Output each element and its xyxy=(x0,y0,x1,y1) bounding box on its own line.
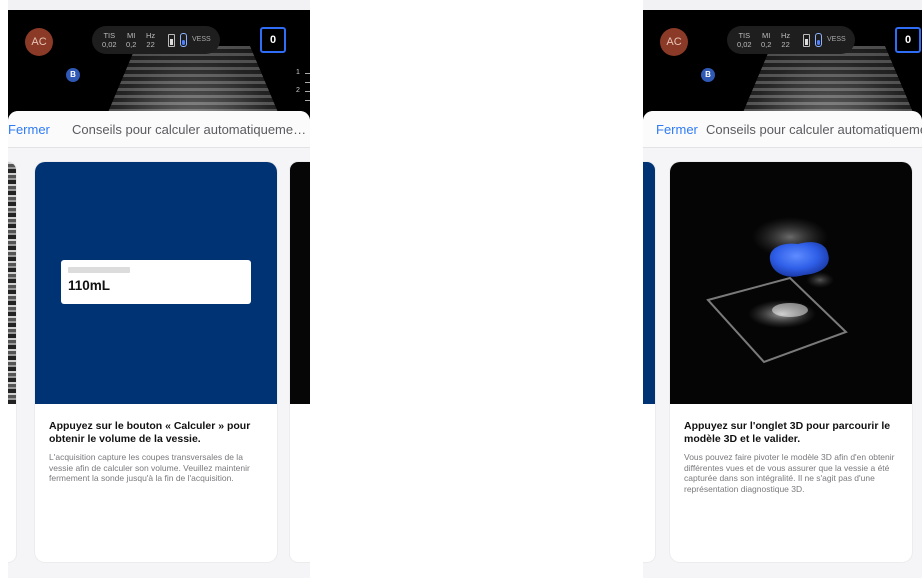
preset-label: VESS xyxy=(192,36,211,43)
tip-card-calculate[interactable]: 110mL Appuyez sur le bouton « Calculer »… xyxy=(35,162,277,562)
ultrasound-view: AC TIS 0,02 MI 0,2 Hz 22 VESS 0 B 1 2 xyxy=(8,10,310,120)
capture-count-button[interactable]: 0 xyxy=(895,27,921,53)
volume-label-placeholder xyxy=(68,267,130,273)
hz-value: 22 xyxy=(781,40,790,49)
b-mode-marker: B xyxy=(66,68,80,82)
close-button[interactable]: Fermer xyxy=(656,122,698,137)
previous-tip-card[interactable] xyxy=(643,162,655,562)
close-button[interactable]: Fermer xyxy=(8,122,50,137)
sheet-header: Fermer Conseils pour calculer automatiqu… xyxy=(643,111,922,148)
mi-value: 0,2 xyxy=(761,40,772,49)
previous-tip-card[interactable] xyxy=(8,162,16,562)
hz-label: Hz xyxy=(146,31,156,40)
sheet-header: Fermer Conseils pour calculer automatiqu… xyxy=(8,111,310,148)
tis-value: 0,02 xyxy=(102,40,117,49)
b-mode-marker: B xyxy=(701,68,715,82)
preset-label: VESS xyxy=(827,36,846,43)
next-tip-card[interactable] xyxy=(290,162,310,562)
volume-value: 110mL xyxy=(68,278,111,293)
screen-3d-tip: AC TIS 0,02 MI 0,2 Hz 22 VESS 0 B Fermer… xyxy=(643,0,922,578)
ultrasound-image xyxy=(733,46,922,120)
mi-label: MI xyxy=(762,31,771,40)
tip-description: L'acquisition capture les coupes transve… xyxy=(49,452,250,483)
hz-param: Hz 22 xyxy=(146,31,155,49)
tip-heading: Appuyez sur l'onglet 3D pour parcourir l… xyxy=(684,420,891,445)
bladder-3d-model-image xyxy=(706,217,848,364)
tis-param: TIS 0,02 xyxy=(737,31,752,49)
acoustic-params-pill[interactable]: TIS 0,02 MI 0,2 Hz 22 VESS xyxy=(92,26,220,54)
tip-body: Appuyez sur l'onglet 3D pour parcourir l… xyxy=(684,420,900,494)
tip-illustration: 110mL xyxy=(35,162,277,404)
tip-heading: Appuyez sur le bouton « Calculer » pour … xyxy=(49,420,251,445)
battery-icon xyxy=(803,34,810,47)
hz-value: 22 xyxy=(146,40,155,49)
tip-description: Vous pouvez faire pivoter le modèle 3D a… xyxy=(684,452,895,494)
user-avatar[interactable]: AC xyxy=(25,28,53,56)
user-avatar[interactable]: AC xyxy=(660,28,688,56)
ultrasound-image xyxy=(98,46,288,120)
volume-result-box: 110mL xyxy=(61,260,251,304)
mi-param: MI 0,2 xyxy=(126,31,136,49)
hz-param: Hz 22 xyxy=(781,31,790,49)
tis-param: TIS 0,02 xyxy=(102,31,117,49)
ultrasound-view: AC TIS 0,02 MI 0,2 Hz 22 VESS 0 B xyxy=(643,10,922,120)
depth-label: 2 xyxy=(296,87,300,94)
bladder-icon xyxy=(815,33,822,47)
mi-value: 0,2 xyxy=(126,40,137,49)
tip-illustration-3d-model xyxy=(670,162,912,404)
acoustic-params-pill[interactable]: TIS 0,02 MI 0,2 Hz 22 VESS xyxy=(727,26,855,54)
mi-param: MI 0,2 xyxy=(761,31,771,49)
capture-count-button[interactable]: 0 xyxy=(260,27,286,53)
bladder-icon xyxy=(180,33,187,47)
tis-label: TIS xyxy=(738,31,751,40)
screen-calculate-tip: AC TIS 0,02 MI 0,2 Hz 22 VESS 0 B 1 2 Fe… xyxy=(8,0,310,578)
depth-label: 1 xyxy=(296,69,300,76)
sheet-title: Conseils pour calculer automatiquement l… xyxy=(706,122,922,137)
tis-value: 0,02 xyxy=(737,40,752,49)
tip-body: Appuyez sur le bouton « Calculer » pour … xyxy=(49,420,265,484)
mi-label: MI xyxy=(127,31,136,40)
tip-card-3d[interactable]: Appuyez sur l'onglet 3D pour parcourir l… xyxy=(670,162,912,562)
battery-icon xyxy=(168,34,175,47)
sheet-title: Conseils pour calculer automatiquement l… xyxy=(72,122,308,137)
hz-label: Hz xyxy=(781,31,791,40)
tis-label: TIS xyxy=(103,31,116,40)
